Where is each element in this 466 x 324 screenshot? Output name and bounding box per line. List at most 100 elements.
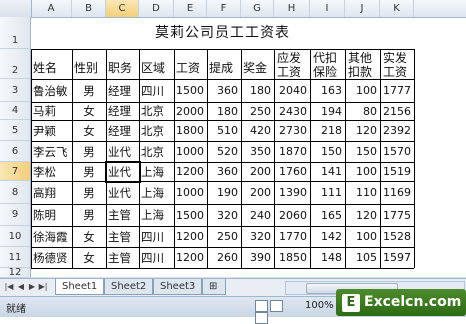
- cell-e4[interactable]: 2000: [175, 103, 206, 120]
- page-break-icon[interactable]: [255, 312, 268, 324]
- row-header-8[interactable]: 8: [0, 181, 31, 204]
- cell-c10[interactable]: 主管: [107, 227, 138, 247]
- cell-b7[interactable]: 男: [73, 163, 105, 181]
- column-header-k[interactable]: K: [380, 0, 414, 17]
- cell-k5[interactable]: 2392: [381, 121, 413, 141]
- cell-j7[interactable]: 100: [346, 163, 379, 181]
- cell-k6[interactable]: 1570: [381, 142, 413, 162]
- column-header-e[interactable]: E: [174, 0, 207, 17]
- column-title-gender[interactable]: 性别: [73, 50, 106, 79]
- tab-sheet2[interactable]: Sheet2: [104, 279, 154, 295]
- cell-h3[interactable]: 2040: [275, 80, 309, 102]
- column-title-bonus[interactable]: 奖金: [242, 50, 274, 79]
- column-title-salary[interactable]: 工资: [175, 50, 207, 79]
- cell-f9[interactable]: 320: [208, 205, 240, 226]
- column-header-h[interactable]: H: [274, 0, 310, 17]
- next-sheet-icon[interactable]: ▶: [27, 281, 37, 293]
- cell-e7[interactable]: 1200: [175, 163, 206, 181]
- cell-j6[interactable]: 150: [346, 142, 379, 162]
- insert-sheet-icon[interactable]: ⊞: [202, 279, 226, 295]
- cell-j10[interactable]: 100: [346, 227, 379, 247]
- cell-b10[interactable]: 女: [73, 227, 105, 247]
- cell-d3[interactable]: 四川: [140, 80, 173, 102]
- column-header-g[interactable]: G: [241, 0, 274, 17]
- cell-a9[interactable]: 陈明: [32, 205, 71, 226]
- cell-h7[interactable]: 1760: [275, 163, 309, 181]
- row-header-11[interactable]: 11: [0, 247, 31, 268]
- cell-g4[interactable]: 250: [242, 103, 273, 120]
- column-header-d[interactable]: D: [139, 0, 174, 17]
- column-header-j[interactable]: J: [345, 0, 380, 17]
- cell-b8[interactable]: 男: [73, 182, 105, 204]
- cell-a8[interactable]: 高翔: [32, 182, 71, 204]
- cell-k7[interactable]: 1519: [381, 163, 413, 181]
- row-header-7[interactable]: 7: [0, 162, 31, 181]
- cell-f3[interactable]: 360: [208, 80, 240, 102]
- column-header-l[interactable]: [414, 0, 466, 17]
- column-title-deduct[interactable]: 代扣 保险: [311, 50, 345, 79]
- cell-j4[interactable]: 80: [346, 103, 379, 120]
- cell-g5[interactable]: 420: [242, 121, 273, 141]
- cell-j8[interactable]: 110: [346, 182, 379, 204]
- cell-b3[interactable]: 男: [73, 80, 105, 102]
- last-sheet-icon[interactable]: ▶|: [38, 281, 48, 293]
- active-cell-c7[interactable]: [105, 161, 141, 183]
- cell-b11[interactable]: 女: [73, 248, 105, 268]
- cell-c6[interactable]: 业代: [107, 142, 138, 162]
- cell-e9[interactable]: 1500: [175, 205, 206, 226]
- row-header-2[interactable]: 2: [0, 49, 31, 79]
- cell-k11[interactable]: 1597: [381, 248, 413, 268]
- cell-c3[interactable]: 经理: [107, 80, 138, 102]
- cell-i8[interactable]: 111: [311, 182, 344, 204]
- cell-b6[interactable]: 男: [73, 142, 105, 162]
- cell-a10[interactable]: 徐海霞: [32, 227, 71, 247]
- cell-f5[interactable]: 510: [208, 121, 240, 141]
- cell-i11[interactable]: 148: [311, 248, 344, 268]
- cell-c9[interactable]: 主管: [107, 205, 138, 226]
- cell-g9[interactable]: 240: [242, 205, 273, 226]
- cell-d7[interactable]: 上海: [140, 163, 173, 181]
- tab-sheet1[interactable]: Sheet1: [55, 279, 105, 295]
- cell-i4[interactable]: 194: [311, 103, 344, 120]
- cell-c5[interactable]: 经理: [107, 121, 138, 141]
- cell-i7[interactable]: 141: [311, 163, 344, 181]
- cell-i6[interactable]: 150: [311, 142, 344, 162]
- cell-d8[interactable]: 上海: [140, 182, 173, 204]
- cell-k9[interactable]: 1775: [381, 205, 413, 226]
- cell-a5[interactable]: 尹颖: [32, 121, 71, 141]
- cell-j5[interactable]: 120: [346, 121, 379, 141]
- cell-e11[interactable]: 1200: [175, 248, 206, 268]
- cell-j3[interactable]: 100: [346, 80, 379, 102]
- page-layout-icon[interactable]: [270, 300, 283, 312]
- cell-d4[interactable]: 北京: [140, 103, 173, 120]
- cell-f10[interactable]: 250: [208, 227, 240, 247]
- cell-c4[interactable]: 经理: [107, 103, 138, 120]
- cell-e10[interactable]: 1200: [175, 227, 206, 247]
- worksheet[interactable]: ABCDEFGHIJK 1 2 3 4 5 6 7 8 9 10 11 12 莫莉公司员工工资表 姓名性…: [0, 0, 466, 278]
- cell-k10[interactable]: 1528: [381, 227, 413, 247]
- column-title-region[interactable]: 区域: [140, 50, 174, 79]
- cell-i10[interactable]: 142: [311, 227, 344, 247]
- cell-i3[interactable]: 163: [311, 80, 344, 102]
- cell-e5[interactable]: 1800: [175, 121, 206, 141]
- cell-d5[interactable]: 北京: [140, 121, 173, 141]
- row-header-1[interactable]: 1: [0, 17, 31, 49]
- cell-c8[interactable]: 业代: [107, 182, 138, 204]
- column-title-net[interactable]: 实发 工资: [381, 50, 414, 79]
- first-sheet-icon[interactable]: |◀: [4, 281, 14, 293]
- cell-k3[interactable]: 1777: [381, 80, 413, 102]
- cell-g3[interactable]: 180: [242, 80, 273, 102]
- cell-g6[interactable]: 350: [242, 142, 273, 162]
- cell-f8[interactable]: 190: [208, 182, 240, 204]
- cell-e8[interactable]: 1000: [175, 182, 206, 204]
- cell-a4[interactable]: 马莉: [32, 103, 71, 120]
- cell-f6[interactable]: 520: [208, 142, 240, 162]
- cell-h4[interactable]: 2430: [275, 103, 309, 120]
- row-header-3[interactable]: 3: [0, 79, 31, 102]
- column-header-a[interactable]: A: [31, 0, 72, 17]
- row-header-6[interactable]: 6: [0, 141, 31, 162]
- cell-g7[interactable]: 200: [242, 163, 273, 181]
- cell-a7[interactable]: 李松: [32, 163, 71, 181]
- cell-h8[interactable]: 1390: [275, 182, 309, 204]
- cell-g10[interactable]: 320: [242, 227, 273, 247]
